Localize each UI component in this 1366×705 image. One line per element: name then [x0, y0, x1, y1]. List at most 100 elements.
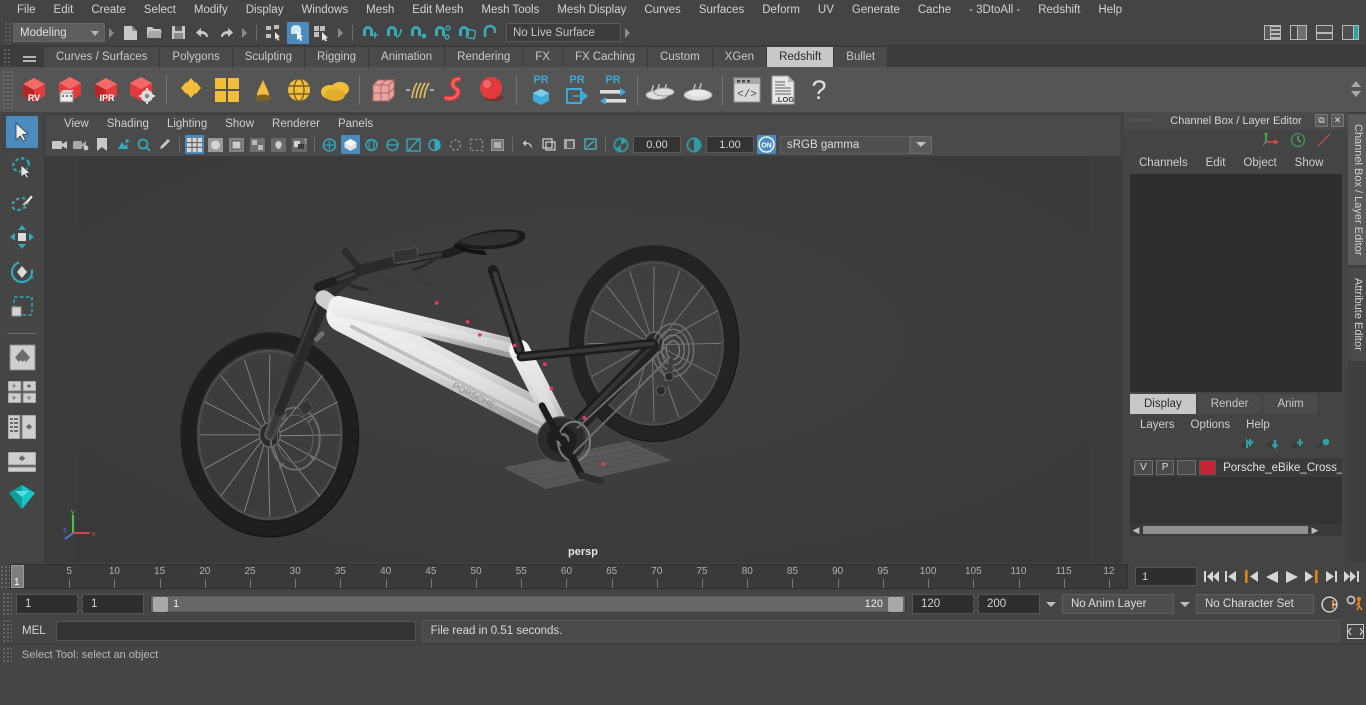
- script-editor-launch-icon[interactable]: [1344, 620, 1366, 642]
- snap-to-curves-icon[interactable]: [383, 22, 405, 44]
- viewport-menu-panels[interactable]: Panels: [329, 115, 382, 134]
- screenspace-ao-icon[interactable]: [425, 135, 444, 154]
- menu-deform[interactable]: Deform: [753, 0, 809, 20]
- auto-keyframe-toggle-icon[interactable]: [1318, 593, 1340, 615]
- shelf-button-redshift-matte[interactable]: [209, 70, 245, 110]
- shelf-button-help[interactable]: ?: [801, 70, 837, 110]
- shelf-tab-xgen[interactable]: XGen: [712, 47, 768, 67]
- current-frame-field[interactable]: 1: [1135, 567, 1197, 586]
- channel-box-close-button[interactable]: ✕: [1331, 114, 1344, 127]
- show-attribute-editor-icon[interactable]: [1339, 22, 1361, 44]
- animation-start-time-field[interactable]: 1: [16, 594, 78, 614]
- layer-scroll-thumb[interactable]: [1143, 526, 1308, 534]
- layer-menu-help[interactable]: Help: [1238, 415, 1278, 435]
- layer-menu-layers[interactable]: Layers: [1132, 415, 1183, 435]
- viewport-menu-renderer[interactable]: Renderer: [263, 115, 329, 134]
- anim-layer-dropdown-icon[interactable]: [1178, 602, 1192, 607]
- channel-box-slash-icon[interactable]: [1316, 132, 1332, 151]
- lasso-select-tool-button[interactable]: [6, 151, 38, 183]
- shelf-button-redshift-hair[interactable]: [402, 70, 438, 110]
- exposure-reset-icon[interactable]: [518, 135, 537, 154]
- persp-viewport[interactable]: PORSCHE y x z persp: [44, 156, 1122, 563]
- range-end-handle[interactable]: [888, 596, 903, 612]
- section-collapse-2[interactable]: [240, 25, 249, 41]
- play-backwards-button[interactable]: [1263, 567, 1280, 587]
- menu-3dtoall[interactable]: - 3DtoAll -: [960, 0, 1029, 20]
- channel-box-menu-object[interactable]: Object: [1234, 153, 1285, 173]
- playback-options-dropdown-icon[interactable]: [1044, 602, 1058, 607]
- shelf-tab-curves-surfaces[interactable]: Curves / Surfaces: [44, 47, 161, 67]
- texture-display-icon[interactable]: [248, 135, 267, 154]
- camera-attributes-icon[interactable]: [71, 135, 90, 154]
- new-layer-icon[interactable]: [1314, 438, 1330, 454]
- channel-box-menu-edit[interactable]: Edit: [1197, 153, 1235, 173]
- shelf-tab-grip[interactable]: [3, 47, 12, 66]
- viewport-menu-view[interactable]: View: [55, 115, 98, 134]
- display-layer-list[interactable]: V P Porsche_eBike_Cross_V ◀ ▶: [1130, 458, 1342, 536]
- exposure-control-icon[interactable]: [611, 135, 630, 154]
- color-management-toggle-icon[interactable]: ON: [757, 135, 776, 154]
- step-back-frame-button[interactable]: [1243, 567, 1260, 587]
- range-start-handle[interactable]: [153, 596, 168, 612]
- step-forward-frame-button[interactable]: [1303, 567, 1320, 587]
- tab-anim-layers[interactable]: Anim: [1263, 394, 1319, 414]
- shadows-icon[interactable]: T: [290, 135, 309, 154]
- menu-edit-mesh[interactable]: Edit Mesh: [403, 0, 472, 20]
- status-line-grip[interactable]: [4, 21, 13, 44]
- time-slider-grip[interactable]: [0, 564, 10, 589]
- range-slider-grip[interactable]: [2, 592, 12, 616]
- save-scene-icon[interactable]: [167, 22, 189, 44]
- depth-peeling-icon[interactable]: [488, 135, 507, 154]
- open-scene-icon[interactable]: [143, 22, 165, 44]
- menu-uv[interactable]: UV: [809, 0, 843, 20]
- shelf-button-render-view[interactable]: RV: [16, 70, 52, 110]
- section-collapse-1[interactable]: [107, 25, 116, 41]
- persp-layout-button[interactable]: [6, 446, 38, 478]
- image-plane-icon[interactable]: [113, 135, 132, 154]
- shelf-button-render-log[interactable]: .LOG: [765, 70, 801, 110]
- smooth-shade-all-icon[interactable]: [206, 135, 225, 154]
- shelf-scroll-arrows[interactable]: [1348, 69, 1364, 109]
- shelf-tab-fx-caching[interactable]: FX Caching: [562, 47, 649, 67]
- layer-scroll-right-icon[interactable]: ▶: [1309, 525, 1321, 536]
- quad-layout-button[interactable]: + + +: [6, 376, 38, 408]
- shelf-tab-animation[interactable]: Animation: [369, 47, 446, 67]
- shaded-wireframe-icon[interactable]: [227, 135, 246, 154]
- section-collapse-4[interactable]: [623, 25, 632, 41]
- paint-select-tool-button[interactable]: [6, 186, 38, 218]
- channel-box-undock-button[interactable]: ⧉: [1315, 114, 1328, 127]
- shelf-button-pr-object[interactable]: PR: [523, 70, 559, 110]
- time-slider[interactable]: 1 5 10 15 20 25 30 35 40 45 50 55 60 65 70 75 80 85 90 95 1…: [10, 564, 1128, 589]
- shelf-tab-bullet[interactable]: Bullet: [834, 47, 889, 67]
- wireframe-on-shaded-icon[interactable]: [362, 135, 381, 154]
- rotate-tool-button[interactable]: [6, 256, 38, 288]
- isolate-select-icon[interactable]: [383, 135, 402, 154]
- shelf-tab-rigging[interactable]: Rigging: [305, 47, 370, 67]
- move-layer-down-icon[interactable]: [1264, 438, 1280, 454]
- gamma-icon[interactable]: [560, 135, 579, 154]
- shelf-menu-icon[interactable]: [18, 49, 40, 65]
- range-slider[interactable]: 1 120: [148, 594, 908, 614]
- live-surface-field[interactable]: No Live Surface: [506, 23, 621, 42]
- reset-view-icon[interactable]: [539, 135, 558, 154]
- layer-row[interactable]: V P Porsche_eBike_Cross_V: [1130, 458, 1342, 477]
- undo-icon[interactable]: [191, 22, 213, 44]
- animation-end-time-field[interactable]: 200: [978, 594, 1040, 614]
- shelf-row-grip[interactable]: [2, 69, 14, 110]
- go-to-end-button[interactable]: [1343, 567, 1360, 587]
- animation-preferences-icon[interactable]: [1344, 593, 1366, 615]
- menu-cache[interactable]: Cache: [909, 0, 960, 20]
- shelf-button-pr-export[interactable]: PR: [559, 70, 595, 110]
- snap-to-grids-icon[interactable]: [359, 22, 381, 44]
- channel-box-menu-channels[interactable]: Channels: [1130, 153, 1197, 173]
- play-forwards-button[interactable]: [1283, 567, 1300, 587]
- shelf-button-redshift-sphere[interactable]: [474, 70, 510, 110]
- playback-start-time-field[interactable]: 1: [82, 594, 144, 614]
- select-tool-button[interactable]: [6, 116, 38, 148]
- range-slider-thumb-area[interactable]: 1 120: [151, 596, 905, 612]
- layer-scroll-left-icon[interactable]: ◀: [1130, 525, 1142, 536]
- menu-select[interactable]: Select: [135, 0, 185, 20]
- viewport-menu-show[interactable]: Show: [216, 115, 263, 134]
- menu-mesh[interactable]: Mesh: [357, 0, 403, 20]
- shelf-button-bake-all[interactable]: [680, 70, 716, 110]
